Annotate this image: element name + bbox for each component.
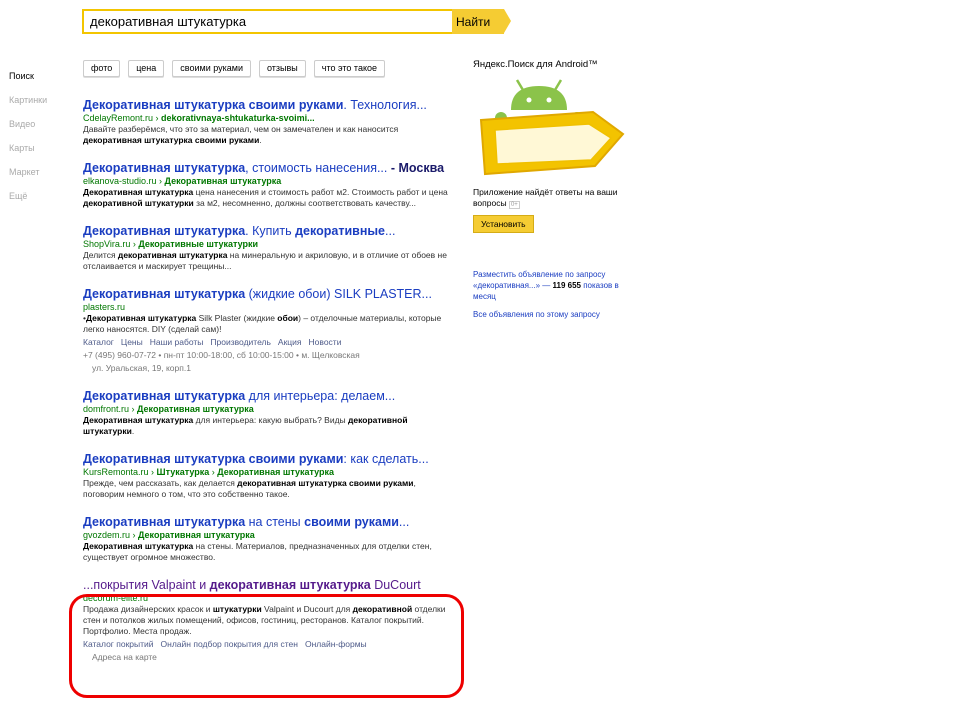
result-title-link[interactable]: Декоративная штукатурка, стоимость нанес… [83,160,453,176]
search-results: Декоративная штукатурка своими руками. Т… [83,97,453,677]
result-snippet: Продажа дизайнерских красок и штукатурки… [83,604,446,636]
search-result: ...покрытия Valpaint и декоративная штук… [83,577,453,663]
promo-title: Яндекс.Поиск для Android™ [473,59,598,70]
android-promo-image[interactable] [473,76,638,181]
search-result: Декоративная штукатурка (жидкие обои) SI… [83,286,453,374]
sitelink[interactable]: Наши работы [150,337,204,347]
result-url[interactable]: CdelayRemont.ru › dekorativnaya-shtukatu… [83,113,453,124]
result-snippet: Декоративная штукатурка цена нанесения и… [83,187,448,208]
result-url[interactable]: ShopVira.ru › Декоративные штукатурки [83,239,453,250]
result-url[interactable]: gvozdem.ru › Декоративная штукатурка [83,530,453,541]
left-nav: Поиск Картинки Видео Карты Маркет Ещё [9,64,47,208]
search-result: Декоративная штукатурка своими руками. Т… [83,97,453,146]
search-result: Декоративная штукатурка для интерьера: д… [83,388,453,437]
sitelink[interactable]: Цены [121,337,143,347]
result-snippet: Делится декоративная штукатурка на минер… [83,250,447,271]
result-sitelinks: Каталог Цены Наши работы Производитель Акция… [83,336,453,349]
nav-market[interactable]: Маркет [9,160,47,184]
search-button-arrow[interactable] [504,9,511,33]
nav-video[interactable]: Видео [9,112,47,136]
result-title-link[interactable]: Декоративная штукатурка своими руками: к… [83,451,453,467]
result-title-link[interactable]: Декоративная штукатурка. Купить декорати… [83,223,453,239]
all-ads-link[interactable]: Все объявления по этому запросу [473,309,638,320]
search-input[interactable] [82,9,452,34]
sitelink[interactable]: Новости [309,337,342,347]
chip-what-is[interactable]: что это такое [313,60,385,77]
result-url[interactable]: plasters.ru [83,302,453,313]
result-title-link[interactable]: Декоративная штукатурка на стены своими … [83,514,453,530]
result-url[interactable]: KursRemonta.ru › Штукатурка › Декоративн… [83,467,453,478]
result-title-link[interactable]: Декоративная штукатурка (жидкие обои) SI… [83,286,453,302]
sitelink[interactable]: Акция [278,337,302,347]
chip-price[interactable]: цена [128,60,165,77]
result-sitelinks: Каталог покрытий Онлайн подбор покрытия д… [83,638,453,651]
promo-text: Приложение найдёт ответы на ваши вопросы… [473,187,618,209]
android-sign-icon [479,79,625,176]
result-title-link[interactable]: Декоративная штукатурка для интерьера: д… [83,388,453,404]
install-button[interactable]: Установить [473,215,534,233]
result-title-link[interactable]: ...покрытия Valpaint и декоративная штук… [83,577,453,593]
sitelink[interactable]: Каталог покрытий [83,639,154,649]
sitelink[interactable]: Онлайн подбор покрытия для стен [161,639,298,649]
search-result: Декоративная штукатурка. Купить декорати… [83,223,453,272]
search-button[interactable]: Найти [452,9,504,34]
nav-more[interactable]: Ещё [9,184,47,208]
age-rating-badge: 0+ [508,201,520,209]
sitelink[interactable]: Онлайн-формы [305,639,367,649]
chip-reviews[interactable]: отзывы [259,60,306,77]
result-title-link[interactable]: Декоративная штукатурка своими руками. Т… [83,97,453,113]
sitelink[interactable]: Каталог [83,337,114,347]
result-url[interactable]: elkanova-studio.ru › Декоративная штукат… [83,176,453,187]
result-snippet: •Декоративная штукатурка Silk Plaster (ж… [83,313,442,334]
place-ad-link[interactable]: Разместить объявление по запросу «декора… [473,269,638,302]
nav-search[interactable]: Поиск [9,64,47,88]
result-url[interactable]: domfront.ru › Декоративная штукатурка [83,404,453,415]
result-snippet: Прежде, чем рассказать, как делается дек… [83,478,416,499]
result-address-link[interactable]: ул. Уральская, 19, корп.1 [83,362,453,374]
search-result: Декоративная штукатурка, стоимость нанес… [83,160,453,209]
search-bar: Найти [82,9,511,34]
chip-photo[interactable]: фото [83,60,121,77]
nav-images[interactable]: Картинки [9,88,47,112]
result-address-link[interactable]: Адреса на карте [83,651,453,663]
search-result: Декоративная штукатурка на стены своими … [83,514,453,563]
right-column: Яндекс.Поиск для Android™ Приложение най… [473,59,638,320]
chip-diy[interactable]: своими руками [172,60,251,77]
result-snippet: Декоративная штукатурка для интерьера: к… [83,415,408,436]
nav-maps[interactable]: Карты [9,136,47,160]
query-suggestions: фото цена своими руками отзывы что это т… [83,60,385,77]
sitelink[interactable]: Производитель [210,337,271,347]
result-snippet: Давайте разберёмся, что это за материал,… [83,124,399,145]
result-contacts: +7 (495) 960-07-72 • пн-пт 10:00-18:00, … [83,350,360,360]
search-result: Декоративная штукатурка своими руками: к… [83,451,453,500]
result-url[interactable]: decorum-elite.ru [83,593,453,604]
result-snippet: Декоративная штукатурка на стены. Матери… [83,541,432,562]
